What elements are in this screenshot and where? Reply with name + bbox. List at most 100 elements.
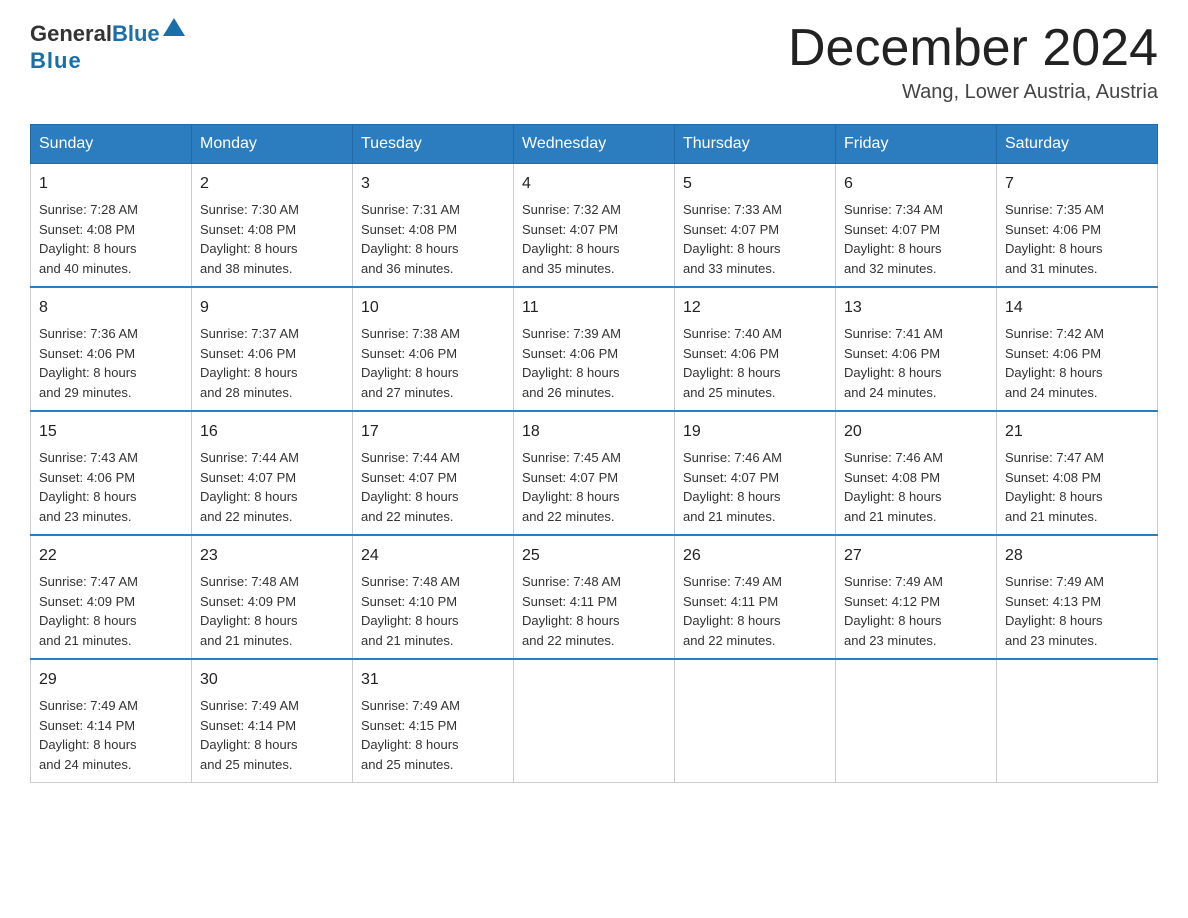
day-info: Sunrise: 7:40 AM Sunset: 4:06 PM Dayligh… [683,324,827,402]
day-number: 19 [683,420,827,444]
day-number: 5 [683,172,827,196]
table-row: 19 Sunrise: 7:46 AM Sunset: 4:07 PM Dayl… [675,411,836,535]
table-row: 23 Sunrise: 7:48 AM Sunset: 4:09 PM Dayl… [192,535,353,659]
day-number: 17 [361,420,505,444]
table-row [675,659,836,783]
table-row: 14 Sunrise: 7:42 AM Sunset: 4:06 PM Dayl… [997,287,1158,411]
day-info: Sunrise: 7:49 AM Sunset: 4:15 PM Dayligh… [361,696,505,774]
table-row: 20 Sunrise: 7:46 AM Sunset: 4:08 PM Dayl… [836,411,997,535]
table-row: 7 Sunrise: 7:35 AM Sunset: 4:06 PM Dayli… [997,164,1158,288]
day-number: 25 [522,544,666,568]
table-row: 25 Sunrise: 7:48 AM Sunset: 4:11 PM Dayl… [514,535,675,659]
day-number: 7 [1005,172,1149,196]
title-block: December 2024 Wang, Lower Austria, Austr… [788,20,1158,104]
calendar-week-row: 29 Sunrise: 7:49 AM Sunset: 4:14 PM Dayl… [31,659,1158,783]
table-row: 17 Sunrise: 7:44 AM Sunset: 4:07 PM Dayl… [353,411,514,535]
day-info: Sunrise: 7:43 AM Sunset: 4:06 PM Dayligh… [39,448,183,526]
day-info: Sunrise: 7:33 AM Sunset: 4:07 PM Dayligh… [683,200,827,278]
month-title: December 2024 [788,20,1158,77]
day-number: 3 [361,172,505,196]
day-number: 6 [844,172,988,196]
day-number: 22 [39,544,183,568]
day-number: 11 [522,296,666,320]
table-row: 5 Sunrise: 7:33 AM Sunset: 4:07 PM Dayli… [675,164,836,288]
day-number: 29 [39,668,183,692]
day-number: 13 [844,296,988,320]
calendar-header-row: Sunday Monday Tuesday Wednesday Thursday… [31,125,1158,164]
calendar-week-row: 22 Sunrise: 7:47 AM Sunset: 4:09 PM Dayl… [31,535,1158,659]
table-row: 16 Sunrise: 7:44 AM Sunset: 4:07 PM Dayl… [192,411,353,535]
table-row: 31 Sunrise: 7:49 AM Sunset: 4:15 PM Dayl… [353,659,514,783]
table-row: 6 Sunrise: 7:34 AM Sunset: 4:07 PM Dayli… [836,164,997,288]
table-row: 27 Sunrise: 7:49 AM Sunset: 4:12 PM Dayl… [836,535,997,659]
table-row: 30 Sunrise: 7:49 AM Sunset: 4:14 PM Dayl… [192,659,353,783]
day-info: Sunrise: 7:34 AM Sunset: 4:07 PM Dayligh… [844,200,988,278]
day-info: Sunrise: 7:41 AM Sunset: 4:06 PM Dayligh… [844,324,988,402]
table-row: 4 Sunrise: 7:32 AM Sunset: 4:07 PM Dayli… [514,164,675,288]
day-info: Sunrise: 7:49 AM Sunset: 4:14 PM Dayligh… [200,696,344,774]
day-number: 4 [522,172,666,196]
table-row: 29 Sunrise: 7:49 AM Sunset: 4:14 PM Dayl… [31,659,192,783]
day-info: Sunrise: 7:49 AM Sunset: 4:11 PM Dayligh… [683,572,827,650]
table-row: 9 Sunrise: 7:37 AM Sunset: 4:06 PM Dayli… [192,287,353,411]
day-info: Sunrise: 7:32 AM Sunset: 4:07 PM Dayligh… [522,200,666,278]
day-info: Sunrise: 7:38 AM Sunset: 4:06 PM Dayligh… [361,324,505,402]
page-header: GeneralBlue Blue December 2024 Wang, Low… [30,20,1158,104]
table-row: 24 Sunrise: 7:48 AM Sunset: 4:10 PM Dayl… [353,535,514,659]
table-row: 26 Sunrise: 7:49 AM Sunset: 4:11 PM Dayl… [675,535,836,659]
table-row: 12 Sunrise: 7:40 AM Sunset: 4:06 PM Dayl… [675,287,836,411]
day-info: Sunrise: 7:37 AM Sunset: 4:06 PM Dayligh… [200,324,344,402]
day-info: Sunrise: 7:44 AM Sunset: 4:07 PM Dayligh… [200,448,344,526]
day-info: Sunrise: 7:45 AM Sunset: 4:07 PM Dayligh… [522,448,666,526]
location-title: Wang, Lower Austria, Austria [788,81,1158,104]
logo: GeneralBlue Blue [30,20,185,74]
col-monday: Monday [192,125,353,164]
col-sunday: Sunday [31,125,192,164]
col-friday: Friday [836,125,997,164]
table-row: 21 Sunrise: 7:47 AM Sunset: 4:08 PM Dayl… [997,411,1158,535]
table-row: 3 Sunrise: 7:31 AM Sunset: 4:08 PM Dayli… [353,164,514,288]
col-thursday: Thursday [675,125,836,164]
day-info: Sunrise: 7:47 AM Sunset: 4:08 PM Dayligh… [1005,448,1149,526]
day-info: Sunrise: 7:39 AM Sunset: 4:06 PM Dayligh… [522,324,666,402]
table-row: 18 Sunrise: 7:45 AM Sunset: 4:07 PM Dayl… [514,411,675,535]
table-row: 10 Sunrise: 7:38 AM Sunset: 4:06 PM Dayl… [353,287,514,411]
day-number: 14 [1005,296,1149,320]
table-row: 2 Sunrise: 7:30 AM Sunset: 4:08 PM Dayli… [192,164,353,288]
day-number: 9 [200,296,344,320]
day-info: Sunrise: 7:46 AM Sunset: 4:08 PM Dayligh… [844,448,988,526]
day-info: Sunrise: 7:30 AM Sunset: 4:08 PM Dayligh… [200,200,344,278]
table-row: 22 Sunrise: 7:47 AM Sunset: 4:09 PM Dayl… [31,535,192,659]
day-number: 30 [200,668,344,692]
logo-text: GeneralBlue [30,20,185,48]
day-info: Sunrise: 7:49 AM Sunset: 4:14 PM Dayligh… [39,696,183,774]
day-info: Sunrise: 7:48 AM Sunset: 4:10 PM Dayligh… [361,572,505,650]
table-row: 11 Sunrise: 7:39 AM Sunset: 4:06 PM Dayl… [514,287,675,411]
day-number: 12 [683,296,827,320]
table-row: 8 Sunrise: 7:36 AM Sunset: 4:06 PM Dayli… [31,287,192,411]
day-number: 27 [844,544,988,568]
logo-general-text: General [30,21,112,47]
day-info: Sunrise: 7:44 AM Sunset: 4:07 PM Dayligh… [361,448,505,526]
day-number: 15 [39,420,183,444]
logo-blue-text: Blue [112,21,160,47]
day-info: Sunrise: 7:28 AM Sunset: 4:08 PM Dayligh… [39,200,183,278]
day-number: 2 [200,172,344,196]
table-row: 28 Sunrise: 7:49 AM Sunset: 4:13 PM Dayl… [997,535,1158,659]
calendar-week-row: 15 Sunrise: 7:43 AM Sunset: 4:06 PM Dayl… [31,411,1158,535]
day-info: Sunrise: 7:42 AM Sunset: 4:06 PM Dayligh… [1005,324,1149,402]
table-row [514,659,675,783]
day-info: Sunrise: 7:35 AM Sunset: 4:06 PM Dayligh… [1005,200,1149,278]
day-number: 18 [522,420,666,444]
col-saturday: Saturday [997,125,1158,164]
day-info: Sunrise: 7:48 AM Sunset: 4:09 PM Dayligh… [200,572,344,650]
col-tuesday: Tuesday [353,125,514,164]
day-number: 8 [39,296,183,320]
day-info: Sunrise: 7:48 AM Sunset: 4:11 PM Dayligh… [522,572,666,650]
day-number: 1 [39,172,183,196]
table-row: 13 Sunrise: 7:41 AM Sunset: 4:06 PM Dayl… [836,287,997,411]
day-number: 28 [1005,544,1149,568]
day-info: Sunrise: 7:49 AM Sunset: 4:13 PM Dayligh… [1005,572,1149,650]
table-row: 15 Sunrise: 7:43 AM Sunset: 4:06 PM Dayl… [31,411,192,535]
day-number: 31 [361,668,505,692]
